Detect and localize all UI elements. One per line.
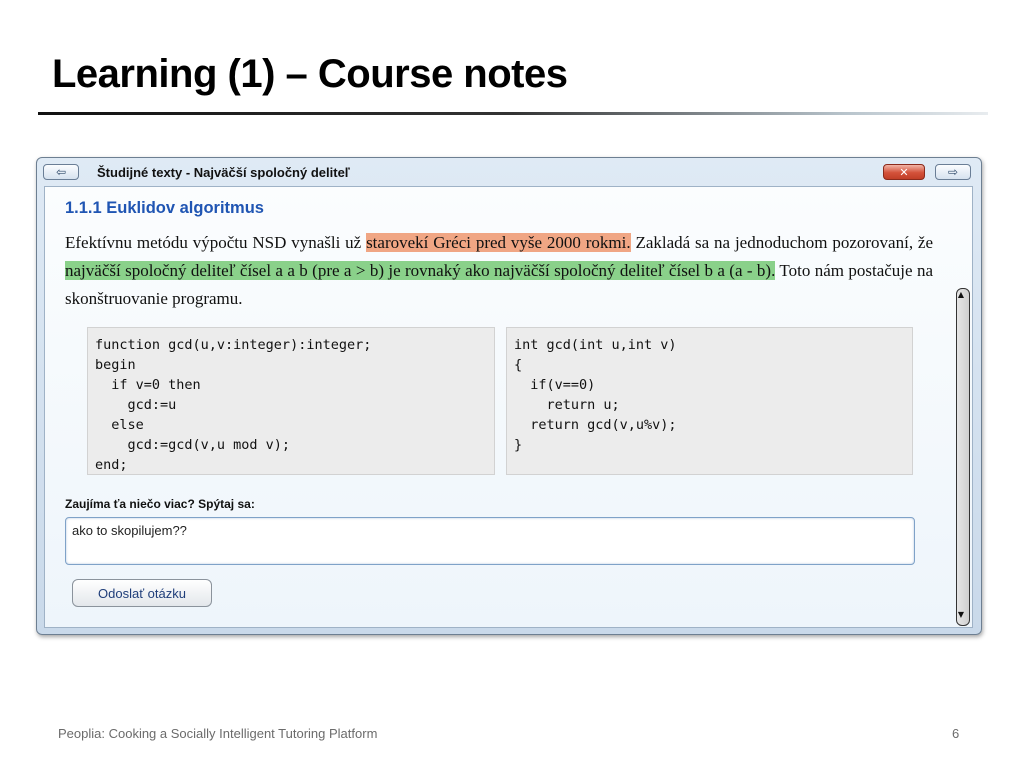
scroll-up-icon[interactable]: ▲ — [955, 290, 967, 299]
slide-title: Learning (1) – Course notes — [52, 52, 568, 96]
window-title: Študijné texty - Najväčší spoločný delit… — [97, 165, 350, 180]
nav-forward-button[interactable]: ⇨ — [935, 164, 971, 180]
paragraph-text: Efektívnu metódu výpočtu NSD vynašli už — [65, 233, 367, 252]
page-number: 6 — [952, 726, 960, 741]
window-content: 1.1.1 Euklidov algoritmus Efektívnu metó… — [44, 186, 973, 628]
code-block-c: int gcd(int u,int v) { if(v==0) return u… — [506, 327, 913, 475]
window-titlebar: ⇦ Študijné texty - Najväčší spoločný del… — [37, 158, 981, 186]
submit-question-button[interactable]: Odoslať otázku — [72, 579, 212, 607]
highlight-green: najväčší spoločný deliteľ čísel a a b (p… — [65, 261, 776, 280]
title-divider — [38, 112, 988, 115]
arrow-right-icon: ⇨ — [947, 165, 959, 179]
question-label: Zaujíma ťa niečo viac? Spýtaj sa: — [65, 497, 255, 511]
vertical-scrollbar[interactable]: ▲ ▼ — [955, 288, 970, 626]
nav-back-button[interactable]: ⇦ — [43, 164, 79, 180]
question-input[interactable]: ako to skopilujem?? — [65, 517, 915, 565]
scrollbar-thumb[interactable] — [956, 288, 970, 626]
lesson-paragraph: Efektívnu metódu výpočtu NSD vynašli už … — [65, 229, 933, 313]
course-notes-window: ⇦ Študijné texty - Najväčší spoločný del… — [36, 157, 982, 635]
close-button[interactable]: ✕ — [883, 164, 925, 180]
scroll-down-icon[interactable]: ▼ — [955, 610, 967, 619]
section-heading: 1.1.1 Euklidov algoritmus — [65, 199, 264, 217]
close-icon: ✕ — [899, 166, 909, 179]
arrow-left-icon: ⇦ — [55, 165, 67, 179]
footer-text: Peoplia: Cooking a Socially Intelligent … — [58, 726, 378, 741]
paragraph-text: Zakladá sa na jednoduchom pozorovaní, že — [630, 233, 934, 252]
highlight-orange: starovekí Gréci pred vyše 2000 rokmi. — [366, 233, 631, 252]
code-block-pascal: function gcd(u,v:integer):integer; begin… — [87, 327, 495, 475]
